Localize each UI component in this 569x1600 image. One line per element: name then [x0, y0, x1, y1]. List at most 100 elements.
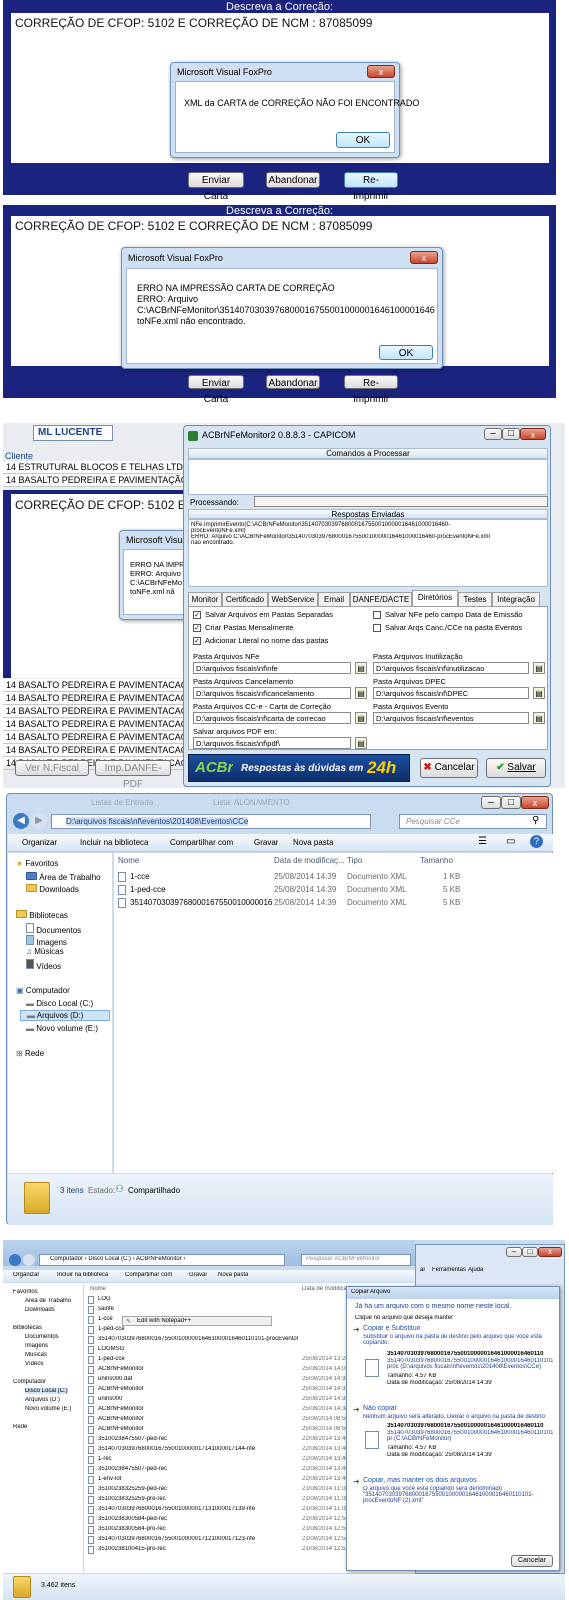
reprint-button[interactable]: Re-Imprimir [344, 375, 398, 405]
client-row[interactable]: 14 BASALTO PEDREIRA E PAVIMENTAÇÃO L [3, 474, 185, 487]
network-header[interactable]: ⊞ Rede [16, 1049, 44, 1058]
client-row[interactable]: 14 BASALTO PEDREIRA E PAVIMENTACAO L [3, 731, 185, 744]
forward-button[interactable]: ▶ [31, 813, 47, 829]
checkbox-by-emission-date[interactable] [373, 611, 381, 619]
sidebar-item-arquivos-d[interactable]: Arquivos (D:) [25, 1397, 60, 1403]
sidebar-item-videos[interactable]: Vídeos [25, 1361, 44, 1367]
include-library-menu[interactable]: Incluir na biblioteca [57, 1272, 108, 1278]
column-type[interactable]: Tipo [347, 856, 362, 865]
folder-icon[interactable]: ▤ [355, 737, 367, 749]
share-with-menu[interactable]: Compartilhar com [125, 1272, 172, 1278]
sidebar-item-desktop[interactable]: Área de Trabalho [25, 1298, 71, 1304]
cancel-folder-input[interactable]: D:\arquivos fiscais\nf\cancelamento [193, 687, 351, 699]
file-row[interactable]: 1-cce 25/08/2014 14:39 Documento XML 1 K… [118, 871, 538, 883]
close-icon[interactable]: x [521, 796, 549, 809]
context-menu-item[interactable]: ✎ Edit with Notepad++ [122, 1316, 272, 1326]
dpec-folder-input[interactable]: D:\arquivos fiscais\nf\DPEC [373, 687, 529, 699]
sidebar-item-new-volume[interactable]: ▬ Novo volume (E:) [26, 1024, 98, 1033]
reprint-button[interactable]: Re-Imprimir [344, 172, 398, 202]
client-row[interactable]: 14 BASALTO PEDREIRA E PAVIMENTACAO L [3, 718, 185, 731]
help-icon[interactable]: ? [530, 835, 543, 848]
libraries-header[interactable]: Bibliotecas [16, 910, 68, 920]
keep-both-option[interactable]: ➜ Copiar, mas manter os dois arquivos O … [353, 1477, 553, 1517]
pdf-folder-input[interactable]: D:\arquivos fiscais\nf\pdf\ [193, 737, 351, 749]
address-bar[interactable]: Computador › Disco Local (C:) › ACBrNFeM… [39, 1254, 285, 1266]
send-letter-button[interactable]: Enviar Carta [188, 375, 244, 405]
tab-certificado[interactable]: Certificado [222, 592, 268, 606]
client-row[interactable]: 14 ESTRUTURAL BLOCOS E TELHAS LTDA [3, 461, 185, 474]
address-bar[interactable]: D:\arquivos fiscais\nf\eventos\201408\Ev… [51, 814, 371, 829]
organize-menu[interactable]: Organizar [22, 838, 57, 847]
maximize-icon[interactable]: □ [522, 1247, 538, 1257]
sidebar-item-music[interactable]: ♫ Músicas [26, 947, 64, 956]
back-button[interactable] [9, 1254, 21, 1266]
back-button[interactable]: ◀ [13, 813, 29, 829]
close-icon[interactable]: x [538, 1247, 562, 1257]
sidebar-item-images[interactable]: Imagens [25, 1343, 48, 1349]
file-row[interactable]: 1-ped-cce 25/08/2014 14:39 Documento XML… [118, 884, 538, 896]
acbr-banner[interactable]: ACBr Respostas às dúvidas em 24h [188, 754, 410, 782]
sidebar-item-desktop[interactable]: Área de Trabalho [26, 872, 101, 882]
commands-box[interactable] [188, 459, 548, 495]
folder-icon[interactable]: ▤ [355, 712, 367, 724]
minimize-icon[interactable]: – [506, 1247, 522, 1257]
favorites-header[interactable]: ★ Favoritos [16, 859, 58, 868]
checkbox-canc-cce-events[interactable] [373, 624, 381, 632]
column-date[interactable]: Data de modificaç... [274, 856, 345, 865]
view-options-icon[interactable]: ☰ [478, 836, 487, 847]
column-name[interactable]: Nome [118, 856, 139, 865]
close-icon[interactable]: x [520, 428, 546, 440]
close-icon[interactable]: x [367, 65, 395, 78]
tab-testes[interactable]: Testes [458, 592, 492, 606]
bg-menu[interactable]: ar [420, 1267, 425, 1273]
file-row[interactable]: 351407030397680001675500100000164610... … [118, 897, 538, 909]
computer-header[interactable]: ▣ Computador [16, 986, 70, 995]
ok-button[interactable]: OK [379, 345, 433, 360]
folder-icon[interactable]: ▤ [355, 662, 367, 674]
sidebar-item-downloads[interactable]: Downloads [26, 884, 79, 894]
folder-icon[interactable]: ▤ [355, 687, 367, 699]
sidebar-item-documents[interactable]: Documentos [25, 1334, 59, 1340]
events-folder-input[interactable]: D:\arquivos fiscais\nf\eventos [373, 712, 529, 724]
checkbox-monthly-folders[interactable]: ✓ [193, 624, 201, 632]
tab-diretorios[interactable]: Diretórios [412, 590, 458, 606]
tab-integracao[interactable]: Integração [492, 592, 540, 606]
tab-danfe-dacte[interactable]: DANFE/DACTE [350, 592, 412, 606]
close-icon[interactable]: x [410, 251, 438, 264]
inutilizacao-folder-input[interactable]: D:\arquivos fiscais\nf\inutilizacao [373, 662, 529, 674]
folder-icon[interactable]: ▤ [533, 662, 545, 674]
cce-folder-input[interactable]: D:\arquivos fiscais\nf\carta de correcao [193, 712, 351, 724]
checkbox-separate-folders[interactable]: ✓ [193, 611, 201, 619]
cancel-button[interactable]: Cancelar [511, 1555, 553, 1567]
print-danfe-pdf-button[interactable]: Imp.DANFE-PDF [95, 760, 171, 790]
sidebar-item-documents[interactable]: Documentos [26, 923, 81, 935]
folder-icon[interactable]: ▤ [533, 687, 545, 699]
network-header[interactable]: Rede [13, 1424, 27, 1430]
sidebar-item-new-volume[interactable]: Novo volume (E:) [25, 1406, 71, 1412]
client-row[interactable]: 14 BASALTO PEDREIRA E PAVIMENTACAO L [3, 679, 185, 692]
preview-pane-icon[interactable]: ▭ [506, 836, 515, 847]
burn-button[interactable]: Gravar [189, 1272, 207, 1278]
checkbox-literal-name[interactable]: ✓ [193, 637, 201, 645]
save-button[interactable]: ✔ Salvar [486, 758, 546, 778]
search-input[interactable]: Pesquisar ACBrNFeMonitor [301, 1254, 411, 1266]
maximize-icon[interactable]: □ [501, 796, 521, 809]
sidebar-item-local-disk[interactable]: Disco Local (C:) [25, 1388, 68, 1394]
tab-webservice[interactable]: WebService [268, 592, 318, 606]
libraries-header[interactable]: Bibliotecas [13, 1325, 42, 1331]
dont-copy-option[interactable]: ➜ Não copiar Nenhum arquivo será alterad… [353, 1405, 553, 1481]
responses-box[interactable]: NFe.ImprimirEvento(C:\ACBrNFeMonitor\351… [188, 519, 548, 587]
bg-menu[interactable]: Ajuda [468, 1267, 483, 1273]
bg-menu[interactable]: Ferramentas [432, 1267, 466, 1273]
sidebar-item-downloads[interactable]: Downloads [25, 1307, 55, 1313]
client-row[interactable]: 14 BASALTO PEDREIRA E PAVIMENTACAO L [3, 744, 185, 757]
cancel-button[interactable]: ✖ Cancelar [420, 758, 478, 778]
nfe-folder-input[interactable]: D:\arquivos fiscais\nf\nfe [193, 662, 351, 674]
ok-button[interactable]: OK [336, 132, 390, 148]
share-with-menu[interactable]: Compartilhar com [170, 838, 233, 847]
organize-menu[interactable]: Organizar [13, 1272, 39, 1278]
folder-icon[interactable]: ▤ [533, 712, 545, 724]
search-input[interactable]: Pesquisar CCe ⚲ [399, 814, 547, 829]
burn-button[interactable]: Gravar [254, 838, 278, 847]
minimize-icon[interactable]: – [484, 428, 502, 440]
